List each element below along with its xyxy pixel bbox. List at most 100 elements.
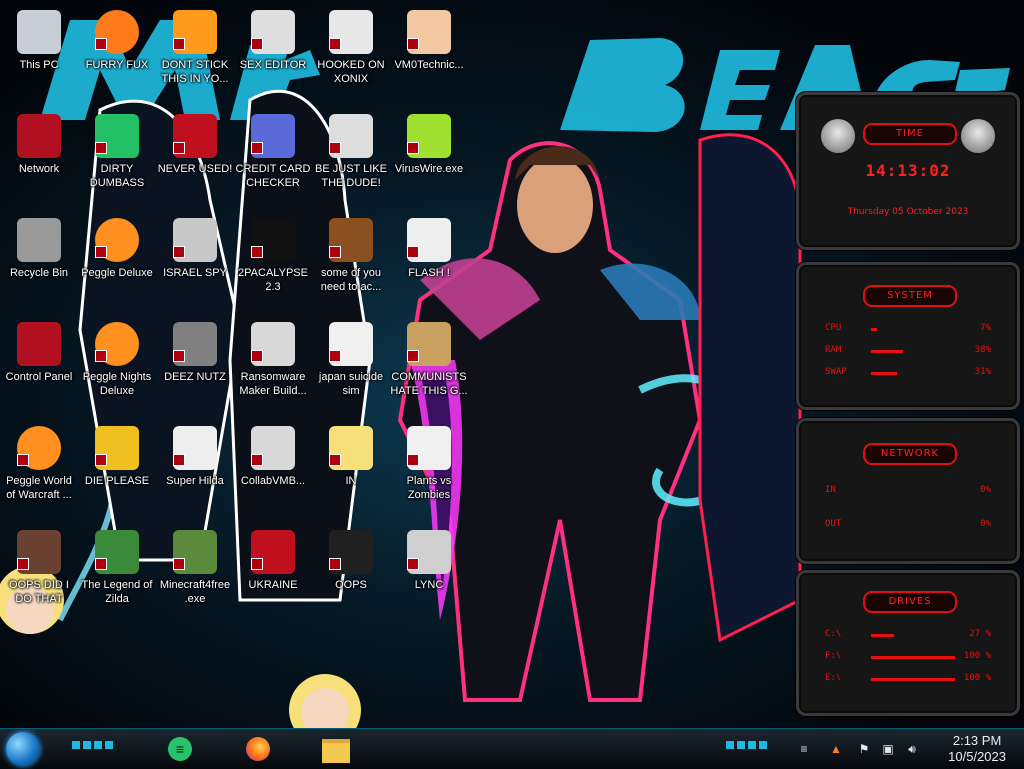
desktop-icon[interactable]: 2PACALYPSE 2.3 — [234, 212, 312, 312]
shortcut-badge-icon — [329, 246, 341, 258]
shortcut-badge-icon — [251, 142, 263, 154]
drives-widget: DRIVES C:\ 27 % F:\ 100 % E:\ 100 % — [796, 570, 1020, 716]
firefox-icon — [246, 737, 270, 761]
desktop-icon[interactable]: VirusWire.exe — [390, 108, 468, 208]
shortcut-badge-icon — [407, 350, 419, 362]
document-icon — [329, 322, 373, 366]
widget-row-value: 100 % — [963, 651, 991, 661]
time-widget-clock: 14:13:02 — [865, 161, 951, 180]
desktop-icon[interactable]: UKRAINE — [234, 524, 312, 624]
desktop-icon[interactable]: ISRAEL SPY — [156, 212, 234, 312]
taskbar-decoration — [72, 741, 116, 749]
desktop-icon[interactable]: japan suicide sim — [312, 316, 390, 416]
widget-row-key: OUT — [825, 519, 842, 529]
network-icon — [17, 114, 61, 158]
taskbar-clock[interactable]: 2:13 PM 10/5/2023 — [948, 733, 1006, 765]
oops-icon — [329, 530, 373, 574]
desktop-icon[interactable]: Recycle Bin — [0, 212, 78, 312]
desktop-icon[interactable]: some of you need to ac... — [312, 212, 390, 312]
desktop-icon-label: FURRY FUX — [85, 59, 149, 71]
desktop-icon[interactable]: CREDIT CARD CHECKER — [234, 108, 312, 208]
desktop-icon[interactable]: BE JUST LIKE THE DUDE! — [312, 108, 390, 208]
desktop-icon-label: LYNC — [414, 579, 444, 591]
time-widget-date: Thursday 05 October 2023 — [847, 207, 969, 217]
widget-row-value: 0% — [980, 519, 991, 529]
taskbar-file-explorer-button[interactable] — [316, 731, 356, 767]
beaver-icon — [329, 218, 373, 262]
desktop-icon-label: UKRAINE — [248, 579, 298, 591]
show-hidden-icons-icon[interactable]: ≡ — [796, 741, 812, 757]
system-widget-title: SYSTEM — [863, 285, 957, 307]
desktop-icon[interactable]: LYNC — [390, 524, 468, 624]
desktop-icon[interactable]: DIRTY DUMBASS — [78, 108, 156, 208]
time-widget: TIME 14:13:02 Thursday 05 October 2023 — [796, 92, 1020, 250]
desktop-icon[interactable]: OOPS — [312, 524, 390, 624]
portrait-icon — [17, 530, 61, 574]
shortcut-badge-icon — [251, 454, 263, 466]
desktop-icon[interactable]: SEX EDITOR — [234, 4, 312, 104]
desktop-icon[interactable]: VM0Technic... — [390, 4, 468, 104]
windows-stack-icon — [173, 322, 217, 366]
shortcut-badge-icon — [173, 246, 185, 258]
start-button[interactable] — [6, 732, 40, 766]
shortcut-badge-icon — [329, 350, 341, 362]
desktop-icon[interactable]: Control Panel — [0, 316, 78, 416]
desktop-icon[interactable]: Peggle Nights Deluxe — [78, 316, 156, 416]
volume-icon[interactable]: 🔊︎ — [904, 741, 920, 757]
desktop-icon-label: CREDIT CARD CHECKER — [235, 163, 311, 189]
desktop-icon-label: FLASH ! — [408, 267, 450, 279]
alien-icon — [961, 119, 995, 153]
desktop-icon-label: This PC — [19, 59, 59, 71]
desktop-icon-label: ISRAEL SPY — [163, 267, 227, 279]
desktop-icon[interactable]: Ransomware Maker Build... — [234, 316, 312, 416]
shortcut-badge-icon — [95, 38, 107, 50]
taskbar-discord-button[interactable]: ≡ — [160, 731, 200, 767]
desktop-icon[interactable]: DEEZ NUTZ — [156, 316, 234, 416]
shortcut-badge-icon — [173, 454, 185, 466]
desktop-icon[interactable]: NEVER USED! — [156, 108, 234, 208]
widget-row-key: CPU — [825, 323, 842, 333]
desktop-icon[interactable]: Plants vs Zombies — [390, 420, 468, 520]
shortcut-badge-icon — [407, 454, 419, 466]
desktop-icon[interactable]: FURRY FUX — [78, 4, 156, 104]
doctor-icon — [407, 10, 451, 54]
widget-row-bar — [871, 372, 955, 375]
widget-row-bar — [871, 328, 955, 331]
discord-icon — [95, 114, 139, 158]
desktop-icon-label: OOPS — [335, 579, 367, 591]
widget-row-bar — [871, 678, 955, 681]
desktop-icon[interactable]: DONT STICK THIS IN YO... — [156, 4, 234, 104]
taskbar-firefox-button[interactable] — [238, 731, 278, 767]
shortcut-badge-icon — [173, 558, 185, 570]
desktop-icon-label: VM0Technic... — [394, 59, 464, 71]
shortcut-badge-icon — [95, 350, 107, 362]
desktop-icon[interactable]: COMMUNISTS HATE THIS G... — [390, 316, 468, 416]
peggle-icon — [17, 426, 61, 470]
desktop-icon[interactable]: This PC — [0, 4, 78, 104]
vlc-icon — [173, 10, 217, 54]
shortcut-badge-icon — [329, 454, 341, 466]
taskbar: ≡ ≡ ▲ ⚑ ▣ 🔊︎ 2:13 PM 10/5/2023 — [0, 728, 1024, 769]
desktop-icon[interactable]: Super Hilda — [156, 420, 234, 520]
desktop-icon[interactable]: DIE PLEASE — [78, 420, 156, 520]
desktop-icon[interactable]: OOPS DID I DO THAT — [0, 524, 78, 624]
desktop-icon-label: Peggle World of Warcraft ... — [6, 475, 72, 501]
desktop-icon[interactable]: HOOKED ON XONIX — [312, 4, 390, 104]
desktop-icon[interactable]: IN — [312, 420, 390, 520]
desktop-icon[interactable]: Peggle Deluxe — [78, 212, 156, 312]
desktop-icon-label: NEVER USED! — [157, 163, 233, 175]
desktop-icon[interactable]: Peggle World of Warcraft ... — [0, 420, 78, 520]
desktop-icon[interactable]: FLASH ! — [390, 212, 468, 312]
action-center-flag-icon[interactable]: ⚑ — [856, 741, 872, 757]
shortcut-badge-icon — [407, 558, 419, 570]
widget-row-key: SWAP — [825, 367, 847, 377]
desktop-icon[interactable]: CollabVMB... — [234, 420, 312, 520]
network-tray-icon[interactable]: ▣ — [880, 741, 896, 757]
desktop-icon-label: Minecraft4free .exe — [159, 579, 231, 605]
taskbar-time: 2:13 PM — [952, 733, 1002, 748]
app-tray-icon[interactable]: ▲ — [828, 741, 844, 757]
shortcut-badge-icon — [251, 558, 263, 570]
desktop-icon[interactable]: Network — [0, 108, 78, 208]
desktop-icon[interactable]: The Legend of Zilda — [78, 524, 156, 624]
desktop-icon[interactable]: Minecraft4free .exe — [156, 524, 234, 624]
